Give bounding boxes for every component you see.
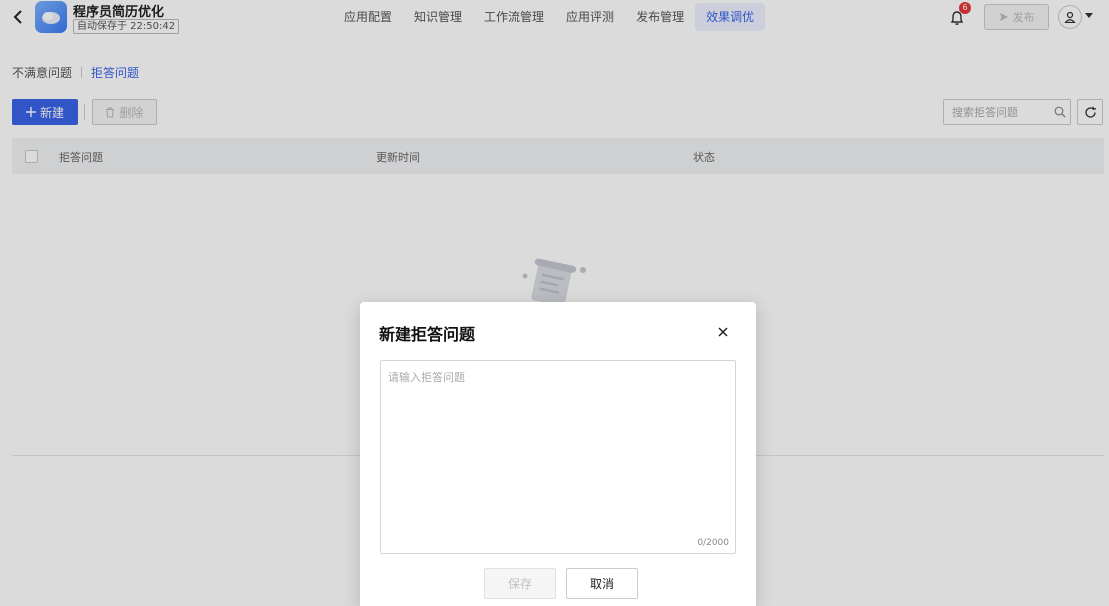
char-counter: 0/2000: [697, 538, 729, 548]
cancel-button[interactable]: 取消: [566, 568, 638, 599]
question-textarea[interactable]: [381, 361, 735, 531]
dialog-title: 新建拒答问题: [379, 325, 476, 344]
new-refused-question-dialog: 新建拒答问题 0/2000 保存 取消: [360, 302, 756, 606]
close-icon: [718, 327, 728, 337]
save-button[interactable]: 保存: [484, 568, 556, 599]
question-textarea-wrapper: 0/2000: [380, 360, 736, 554]
dialog-close-button[interactable]: [715, 324, 731, 340]
